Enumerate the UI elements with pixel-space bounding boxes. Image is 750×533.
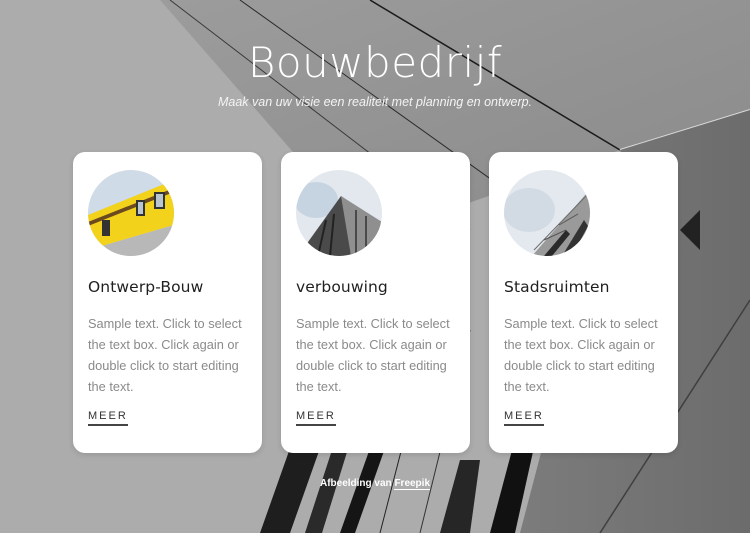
freepik-link[interactable]: Freepik <box>394 478 431 490</box>
credit-prefix: Afbeelding van <box>319 478 392 489</box>
card-body-text[interactable]: Sample text. Click to select the text bo… <box>504 313 669 397</box>
image-credit: Afbeelding van Freepik <box>0 478 750 490</box>
card-title: Ontwerp-Bouw <box>88 278 204 296</box>
service-card: Ontwerp-Bouw Sample text. Click to selec… <box>73 152 262 453</box>
page-subtitle: Maak van uw visie een realiteit met plan… <box>217 95 533 109</box>
service-card: Stadsruimten Sample text. Click to selec… <box>489 152 678 453</box>
more-link[interactable]: MEER <box>296 410 336 426</box>
more-link[interactable]: MEER <box>504 410 544 426</box>
page-title: Bouwbedrijf <box>247 38 503 87</box>
card-title: Stadsruimten <box>504 278 610 296</box>
card-body-text[interactable]: Sample text. Click to select the text bo… <box>296 313 461 397</box>
more-link[interactable]: MEER <box>88 410 128 426</box>
concrete-tower-corner-image <box>296 170 382 256</box>
service-card: verbouwing Sample text. Click to select … <box>281 152 470 453</box>
yellow-building-facade-image <box>88 170 174 256</box>
card-title: verbouwing <box>296 278 388 296</box>
card-body-text[interactable]: Sample text. Click to select the text bo… <box>88 313 253 397</box>
glass-balconies-building-image <box>504 170 590 256</box>
